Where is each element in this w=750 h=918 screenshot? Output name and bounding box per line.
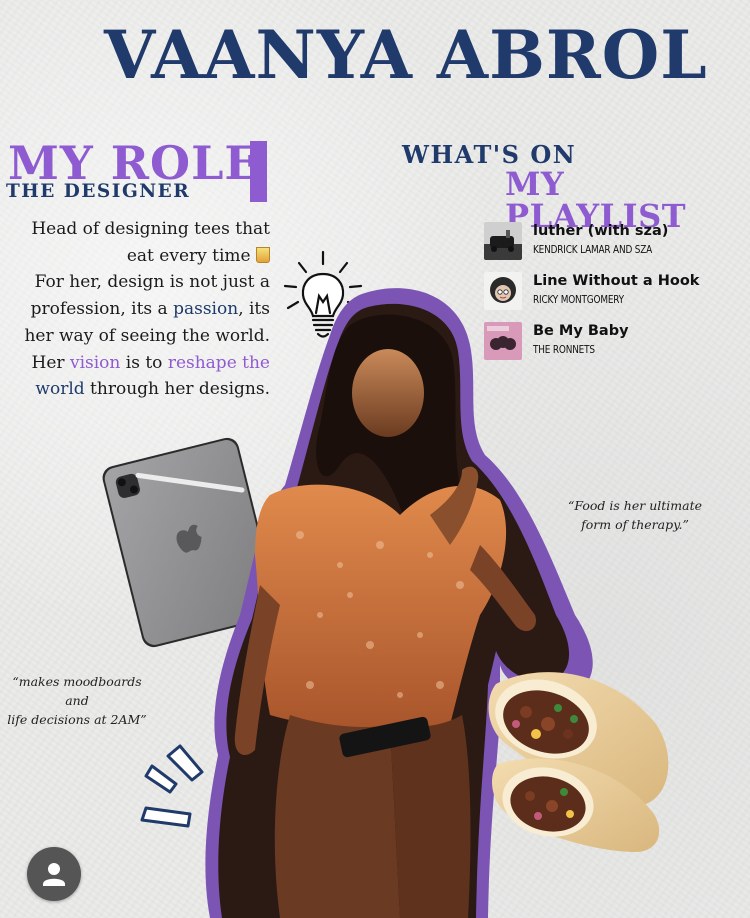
sparkle-lines-icon xyxy=(140,744,204,828)
burrito-image xyxy=(488,672,669,852)
track-artist: KENDRICK LAMAR AND SZA xyxy=(533,243,653,256)
moodboard-quote: “makes moodboards and life decisions at … xyxy=(7,674,147,727)
poster-title: VAANYA ABROL xyxy=(104,16,708,94)
playlist-track[interactable]: luther (with sza) KENDRICK LAMAR AND SZA xyxy=(484,222,734,262)
album-art xyxy=(484,222,522,260)
bio-line: Head of designing tees that xyxy=(31,219,270,239)
bio-line: eat every time xyxy=(8,243,270,270)
drink-emoji-icon xyxy=(256,246,270,263)
role-accent-bar xyxy=(250,141,267,202)
track-title: luther (with sza) xyxy=(533,223,669,239)
user-avatar-icon xyxy=(43,863,65,886)
food-quote: “Food is her ultimate form of therapy.” xyxy=(568,498,702,532)
user-avatar-button[interactable] xyxy=(27,847,81,901)
role-heading: MY ROLE xyxy=(8,136,261,190)
playlist-heading-top: WHAT'S ON xyxy=(402,140,577,169)
poster-page: VAANYA ABROL MY ROLE THE DESIGNER Head o… xyxy=(0,0,750,918)
role-subheading: THE DESIGNER xyxy=(6,181,191,202)
